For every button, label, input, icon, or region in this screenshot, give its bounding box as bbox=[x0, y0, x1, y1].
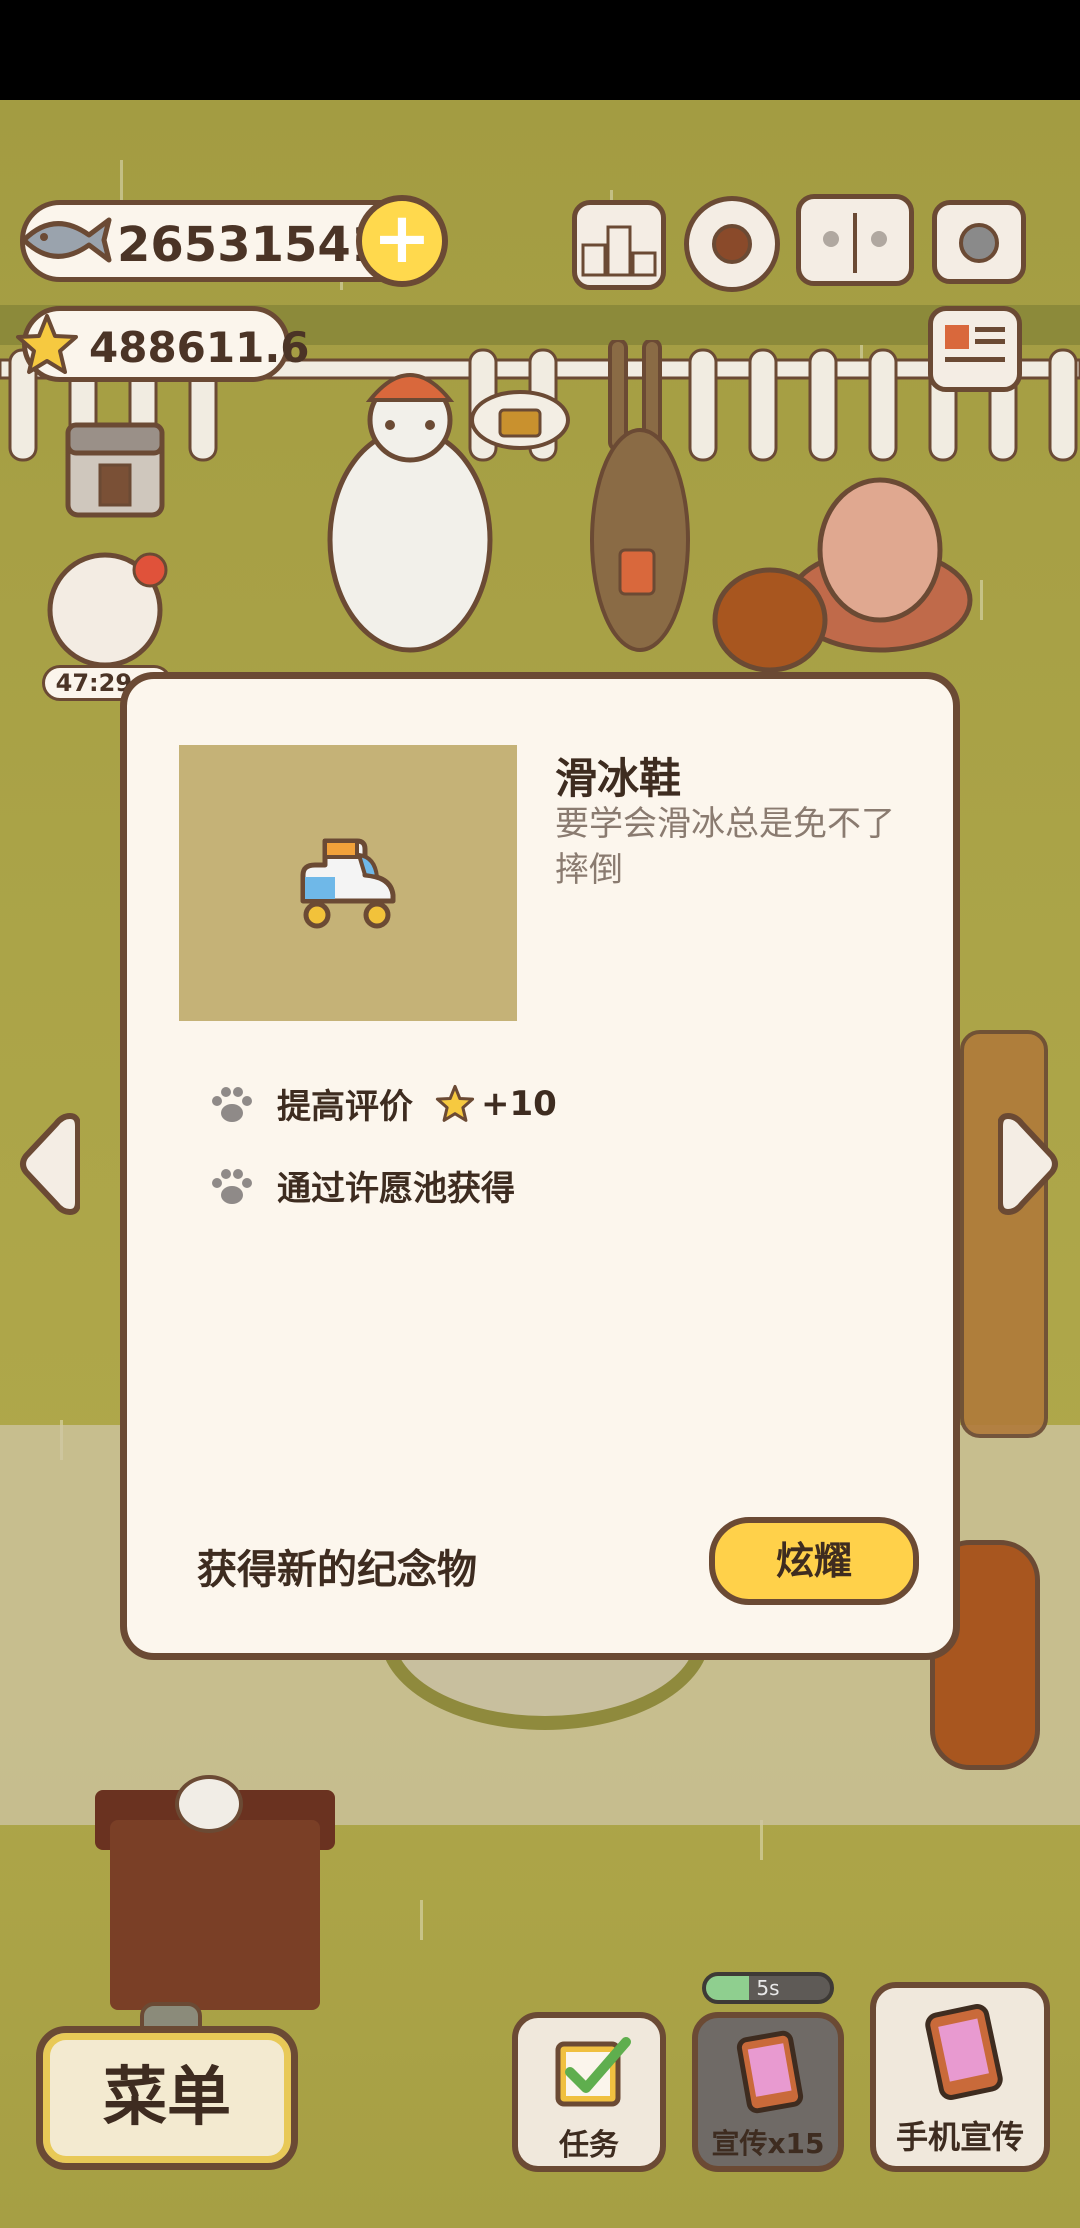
promote-label: 宣传x15 bbox=[711, 2127, 825, 2160]
effect-value: +10 bbox=[481, 1083, 557, 1124]
promote-button[interactable]: 宣传x15 bbox=[692, 2012, 844, 2172]
next-arrow-button[interactable] bbox=[998, 1108, 1060, 1220]
fish-count: 26531541 bbox=[117, 217, 385, 273]
shop-icon bbox=[65, 422, 165, 518]
plus-icon: + bbox=[372, 197, 432, 280]
souvenir-dialog: 滑冰鞋 要学会滑冰总是免不了摔倒 提高评价 +10 通过许愿池获得 获得新的纪念… bbox=[120, 672, 960, 1660]
source-row: 通过许愿池获得 bbox=[209, 1161, 515, 1210]
stacked-decoration bbox=[960, 1030, 1048, 1438]
task-button[interactable]: 任务 bbox=[512, 2012, 666, 2172]
settings-button[interactable] bbox=[684, 196, 780, 292]
menu-button[interactable]: 菜单 bbox=[36, 2026, 298, 2170]
effect-label: 提高评价 bbox=[277, 1087, 413, 1127]
previous-arrow-button[interactable] bbox=[18, 1108, 80, 1220]
bird-character bbox=[175, 1775, 243, 1833]
item-description: 要学会滑冰总是免不了摔倒 bbox=[555, 804, 895, 890]
add-fish-button[interactable]: + bbox=[356, 195, 448, 287]
camera-button[interactable] bbox=[932, 200, 1026, 284]
task-label: 任务 bbox=[559, 2128, 619, 2163]
item-name: 滑冰鞋 bbox=[555, 754, 682, 803]
newspaper-button[interactable] bbox=[928, 306, 1022, 392]
album-button[interactable] bbox=[796, 194, 914, 286]
star-icon bbox=[435, 1084, 475, 1122]
item-preview bbox=[179, 745, 517, 1021]
cat-character bbox=[47, 552, 168, 668]
phone-icon bbox=[925, 2004, 1003, 2100]
shrine bbox=[110, 1820, 320, 2010]
rabbit-character bbox=[590, 340, 690, 652]
star-count: 488611.6 bbox=[89, 323, 310, 372]
checklist-icon bbox=[555, 2037, 631, 2107]
suitcase-bubble bbox=[470, 390, 570, 450]
star-icon bbox=[16, 314, 78, 374]
phone-promote-label: 手机宣传 bbox=[895, 2118, 1024, 2156]
source-text: 通过许愿池获得 bbox=[277, 1169, 515, 1209]
new-souvenir-message: 获得新的纪念物 bbox=[197, 1547, 477, 1593]
podium-icon bbox=[581, 225, 657, 277]
menu-label: 菜单 bbox=[103, 2061, 231, 2135]
gear-icon bbox=[712, 224, 752, 264]
paw-icon bbox=[212, 1168, 252, 1204]
camera-icon bbox=[959, 223, 999, 263]
deer-character bbox=[712, 567, 828, 673]
show-off-button[interactable]: 炫耀 bbox=[709, 1517, 919, 1605]
roller-skate-icon bbox=[300, 838, 396, 929]
phone-promote-button[interactable]: 手机宣传 bbox=[870, 1982, 1050, 2172]
ranking-button[interactable] bbox=[572, 200, 666, 290]
paw-icon bbox=[212, 1086, 252, 1122]
fish-icon bbox=[21, 217, 112, 263]
phone-icon bbox=[736, 2030, 804, 2114]
promo-cooldown-bar: 5s bbox=[702, 1972, 834, 2004]
effect-row: 提高评价 +10 bbox=[209, 1079, 557, 1128]
cooldown-text: 5s bbox=[756, 1976, 780, 2000]
status-bar bbox=[0, 0, 1080, 100]
newspaper-icon bbox=[945, 325, 1005, 362]
book-icon bbox=[823, 213, 887, 273]
